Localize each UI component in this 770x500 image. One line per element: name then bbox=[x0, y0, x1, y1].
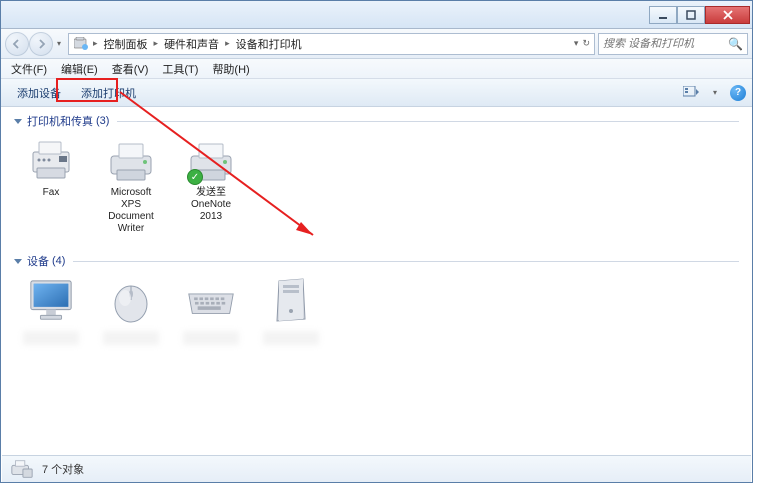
device-item-fax[interactable]: Fax bbox=[20, 137, 82, 235]
dropdown-icon[interactable]: ▾ bbox=[574, 38, 579, 49]
computer-tower-icon bbox=[267, 277, 315, 325]
item-label-blurred bbox=[23, 331, 79, 345]
printer-icon: ✓ bbox=[187, 137, 235, 185]
device-item-xps[interactable]: Microsoft XPS Document Writer bbox=[100, 137, 162, 235]
group-count-devices: (4) bbox=[52, 255, 65, 267]
search-input[interactable] bbox=[603, 38, 728, 50]
devices-items bbox=[14, 277, 739, 345]
search-icon[interactable]: 🔍 bbox=[728, 37, 743, 51]
menu-file[interactable]: 文件(F) bbox=[5, 59, 53, 79]
chevron-down-icon bbox=[14, 119, 22, 124]
printer-icon bbox=[107, 137, 155, 185]
device-item-keyboard[interactable] bbox=[180, 277, 242, 345]
device-item-computer[interactable] bbox=[260, 277, 322, 345]
menu-view[interactable]: 查看(V) bbox=[106, 59, 155, 79]
breadcrumb-leaf[interactable]: 设备和打印机 bbox=[233, 34, 305, 54]
maximize-button[interactable] bbox=[677, 6, 705, 24]
device-item-mouse[interactable] bbox=[100, 277, 162, 345]
item-label-blurred bbox=[183, 331, 239, 345]
status-text: 7 个对象 bbox=[42, 461, 84, 477]
titlebar bbox=[1, 1, 752, 29]
nav-arrows: ▾ bbox=[5, 32, 65, 56]
group-count-printers: (3) bbox=[96, 115, 109, 127]
group-label-devices: 设备 bbox=[27, 253, 49, 269]
add-printer-button[interactable]: 添加打印机 bbox=[71, 81, 146, 105]
item-label: Fax bbox=[43, 187, 60, 199]
item-label: Microsoft XPS Document Writer bbox=[100, 187, 162, 235]
window-controls bbox=[649, 6, 750, 24]
navbar: ▾ ▸ 控制面板 ▸ 硬件和声音 ▸ 设备和打印机 ▾ ↻ 🔍 bbox=[1, 29, 752, 59]
fax-icon bbox=[27, 137, 75, 185]
close-button[interactable] bbox=[705, 6, 750, 24]
mouse-icon bbox=[107, 277, 155, 325]
view-dropdown-icon[interactable]: ▾ bbox=[706, 84, 724, 102]
location-icon bbox=[73, 36, 89, 52]
group-header-printers[interactable]: 打印机和传真 (3) bbox=[14, 113, 739, 129]
view-options-icon[interactable] bbox=[682, 84, 700, 102]
chevron-down-icon bbox=[14, 259, 22, 264]
menubar: 文件(F) 编辑(E) 查看(V) 工具(T) 帮助(H) bbox=[1, 59, 752, 79]
default-check-icon: ✓ bbox=[187, 169, 203, 185]
group-devices: 设备 (4) bbox=[14, 253, 739, 345]
group-label-printers: 打印机和传真 bbox=[27, 113, 93, 129]
minimize-button[interactable] bbox=[649, 6, 677, 24]
add-device-button[interactable]: 添加设备 bbox=[7, 81, 71, 105]
group-header-devices[interactable]: 设备 (4) bbox=[14, 253, 739, 269]
menu-tools[interactable]: 工具(T) bbox=[156, 59, 204, 79]
printers-items: Fax Microsoft XPS Document Writer bbox=[14, 137, 739, 235]
group-printers: 打印机和传真 (3) Fax bbox=[14, 113, 739, 235]
chevron-right-icon: ▸ bbox=[223, 38, 232, 49]
nav-history-dropdown[interactable]: ▾ bbox=[53, 32, 65, 56]
monitor-icon bbox=[27, 277, 75, 325]
device-item-onenote[interactable]: ✓ 发送至 OneNote 2013 bbox=[180, 137, 242, 235]
back-button[interactable] bbox=[5, 32, 29, 56]
content-area: 打印机和传真 (3) Fax bbox=[2, 109, 751, 454]
forward-button[interactable] bbox=[29, 32, 53, 56]
item-label: 发送至 OneNote 2013 bbox=[180, 187, 242, 223]
breadcrumb: ▸ 控制面板 ▸ 硬件和声音 ▸ 设备和打印机 bbox=[91, 34, 305, 54]
menu-help[interactable]: 帮助(H) bbox=[206, 59, 255, 79]
help-icon[interactable]: ? bbox=[730, 85, 746, 101]
device-item-monitor[interactable] bbox=[20, 277, 82, 345]
menu-edit[interactable]: 编辑(E) bbox=[55, 59, 104, 79]
chevron-right-icon: ▸ bbox=[91, 38, 100, 49]
toolbar: 添加设备 添加打印机 ▾ ? bbox=[1, 79, 752, 107]
address-right: ▾ ↻ bbox=[574, 38, 590, 49]
toolbar-right: ▾ ? bbox=[682, 84, 746, 102]
search-box[interactable]: 🔍 bbox=[598, 33, 748, 55]
statusbar: 7 个对象 bbox=[2, 455, 751, 482]
keyboard-icon bbox=[187, 277, 235, 325]
breadcrumb-mid[interactable]: 硬件和声音 bbox=[161, 34, 222, 54]
explorer-window: ▾ ▸ 控制面板 ▸ 硬件和声音 ▸ 设备和打印机 ▾ ↻ 🔍 bbox=[0, 0, 753, 483]
item-label-blurred bbox=[263, 331, 319, 345]
refresh-icon[interactable]: ↻ bbox=[582, 38, 590, 49]
item-label-blurred bbox=[103, 331, 159, 345]
status-devices-icon bbox=[10, 459, 34, 479]
address-bar[interactable]: ▸ 控制面板 ▸ 硬件和声音 ▸ 设备和打印机 ▾ ↻ bbox=[68, 33, 595, 55]
chevron-right-icon: ▸ bbox=[152, 38, 161, 49]
breadcrumb-root[interactable]: 控制面板 bbox=[101, 34, 151, 54]
